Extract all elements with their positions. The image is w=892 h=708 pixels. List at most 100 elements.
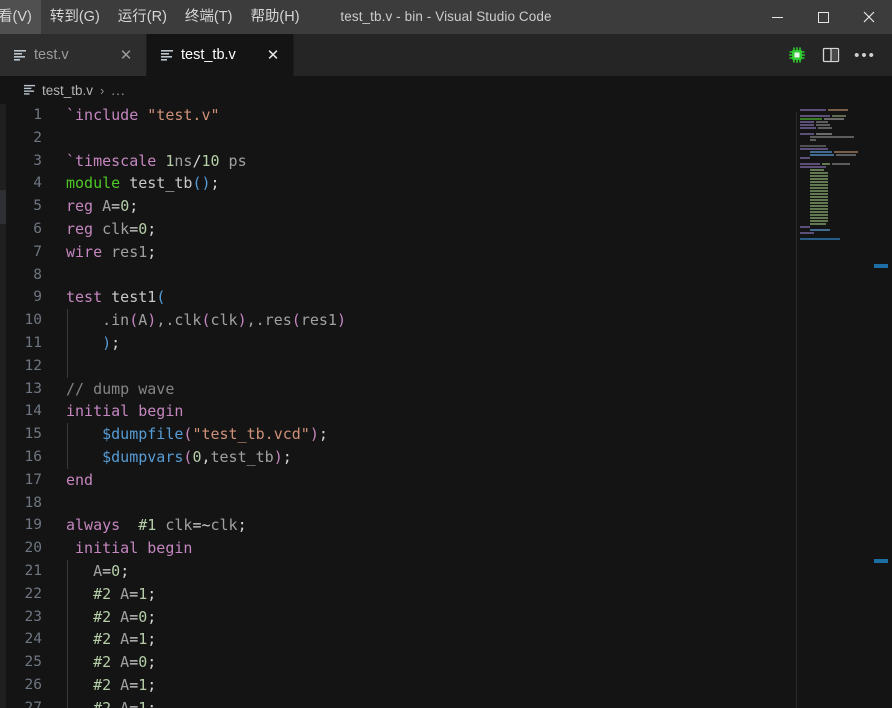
code-line[interactable]: 18 [6,492,892,515]
code-line[interactable]: 24 #2 A=1; [6,628,892,651]
code-line-text[interactable]: #2 A=1; [64,583,156,606]
line-number: 15 [24,426,42,443]
code-line-text[interactable]: end [64,469,93,492]
code-line[interactable]: 17 end [6,469,892,492]
maximize-button[interactable] [800,0,846,34]
menu-item-view[interactable]: 看(V) [0,0,41,34]
breadcrumb-more[interactable]: ... [111,83,125,98]
code-line-text[interactable]: // dump wave [64,378,174,401]
code-line-text[interactable]: $dumpvars(0,test_tb); [64,446,292,469]
code-line-text[interactable]: #2 A=1; [64,674,156,697]
code-line[interactable]: 16 $dumpvars(0,test_tb); [6,446,892,469]
close-icon [863,11,875,23]
code-line-text[interactable]: #2 A=1; [64,697,156,708]
menu-item-terminal[interactable]: 终端(T) [176,0,242,34]
line-number: 17 [24,471,42,488]
breadcrumb-file[interactable]: test_tb.v [42,83,93,98]
code-line[interactable]: 7 wire res1; [6,241,892,264]
code-line-text[interactable]: always #1 clk=~clk; [64,514,247,537]
code-line[interactable]: 22 #2 A=1; [6,583,892,606]
code-line-text[interactable]: initial begin [64,400,183,423]
code-token: 0 [138,607,148,626]
minimap-segment [810,204,828,207]
code-line[interactable]: 26 #2 A=1; [6,674,892,697]
verilog-chip-icon[interactable] [782,40,812,70]
code-token: // dump wave [66,379,175,398]
code-line-text[interactable]: A=0; [64,560,129,583]
code-lines[interactable]: 1 `include "test.v" 2 3 `timescale 1ns/10 ps… [6,104,892,708]
tab-test-v[interactable]: test.v ✕ [0,34,147,76]
code-line[interactable]: 6 reg clk=0; [6,218,892,241]
minimap-segment [800,132,814,135]
code-token: clk [102,219,130,238]
code-line[interactable]: 8 [6,264,892,287]
code-line[interactable]: 2 [6,127,892,150]
code-token: = [129,653,139,672]
code-token: initial begin [75,539,193,558]
code-line-text[interactable]: wire res1; [64,241,156,264]
code-line-text[interactable]: #2 A=0; [64,606,156,629]
code-line[interactable]: 21 A=0; [6,560,892,583]
code-line-text[interactable]: module test_tb(); [64,172,220,195]
close-button[interactable] [846,0,892,34]
code-line[interactable]: 19 always #1 clk=~clk; [6,514,892,537]
code-token: test_tb [210,447,274,466]
code-line[interactable]: 1 `include "test.v" [6,104,892,127]
code-line[interactable]: 25 #2 A=0; [6,651,892,674]
menu-item-goto[interactable]: 转到(G) [41,0,109,34]
code-token: = [129,698,139,708]
tab-close-button[interactable]: ✕ [251,46,281,64]
menu-item-run[interactable]: 运行(R) [109,0,176,34]
code-token: 0 [138,219,148,238]
code-line[interactable]: 5 reg A=0; [6,195,892,218]
code-line-text[interactable]: `include "test.v" [64,104,220,127]
code-line[interactable]: 3 `timescale 1ns/10 ps [6,150,892,173]
code-line-text[interactable]: initial begin [64,537,192,560]
more-actions-icon[interactable]: ••• [850,40,880,70]
menu-item-help[interactable]: 帮助(H) [241,0,308,34]
code-token: res1 [111,242,148,261]
minimap-segment [828,108,848,111]
code-line[interactable]: 13 // dump wave [6,378,892,401]
code-editor[interactable]: 1 `include "test.v" 2 3 `timescale 1ns/10 ps… [6,104,892,708]
minimize-icon [771,16,783,18]
split-editor-icon[interactable] [816,40,846,70]
code-line[interactable]: 4 module test_tb(); [6,172,892,195]
code-token: = [111,197,121,216]
tab-close-button[interactable]: ✕ [104,46,134,64]
code-token: = [129,607,139,626]
code-line[interactable]: 15 $dumpfile("test_tb.vcd"); [6,423,892,446]
overview-ruler[interactable] [870,104,892,708]
code-line-text[interactable]: reg A=0; [64,195,138,218]
code-line[interactable]: 9 test test1( [6,286,892,309]
minimap[interactable] [796,104,870,708]
code-line-text[interactable]: .in(A),.clk(clk),.res(res1) [64,309,346,332]
code-line[interactable]: 27 #2 A=1; [6,697,892,708]
code-token: #2 [93,584,112,603]
code-line[interactable]: 14 initial begin [6,400,892,423]
code-line[interactable]: 11 ); [6,332,892,355]
code-line[interactable]: 23 #2 A=0; [6,606,892,629]
code-line-text[interactable]: #2 A=0; [64,651,156,674]
code-line-text[interactable]: test test1( [64,286,165,309]
minimap-segment [810,216,828,219]
code-token: .in [102,311,130,330]
code-line[interactable]: 12 [6,355,892,378]
verilog-file-icon [161,49,174,62]
minimize-button[interactable] [754,0,800,34]
code-line-text[interactable]: #2 A=1; [64,628,156,651]
code-line-text[interactable]: $dumpfile("test_tb.vcd"); [64,423,328,446]
minimap-segment [810,138,816,141]
code-line[interactable]: 10 .in(A),.clk(clk),.res(res1) [6,309,892,332]
code-token: clk [210,516,238,535]
minimap-segment [800,114,830,117]
code-line-text[interactable]: ); [64,332,120,355]
code-line[interactable]: 20 initial begin [6,537,892,560]
code-line-text[interactable]: `timescale 1ns/10 ps [64,150,247,173]
tab-test-tb-v[interactable]: test_tb.v ✕ [147,34,294,76]
code-line-text[interactable]: reg clk=0; [64,218,156,241]
minimap-segment [810,135,854,138]
minimap-segment [810,198,828,201]
minimap-segment [800,189,808,192]
code-token: A [102,197,112,216]
